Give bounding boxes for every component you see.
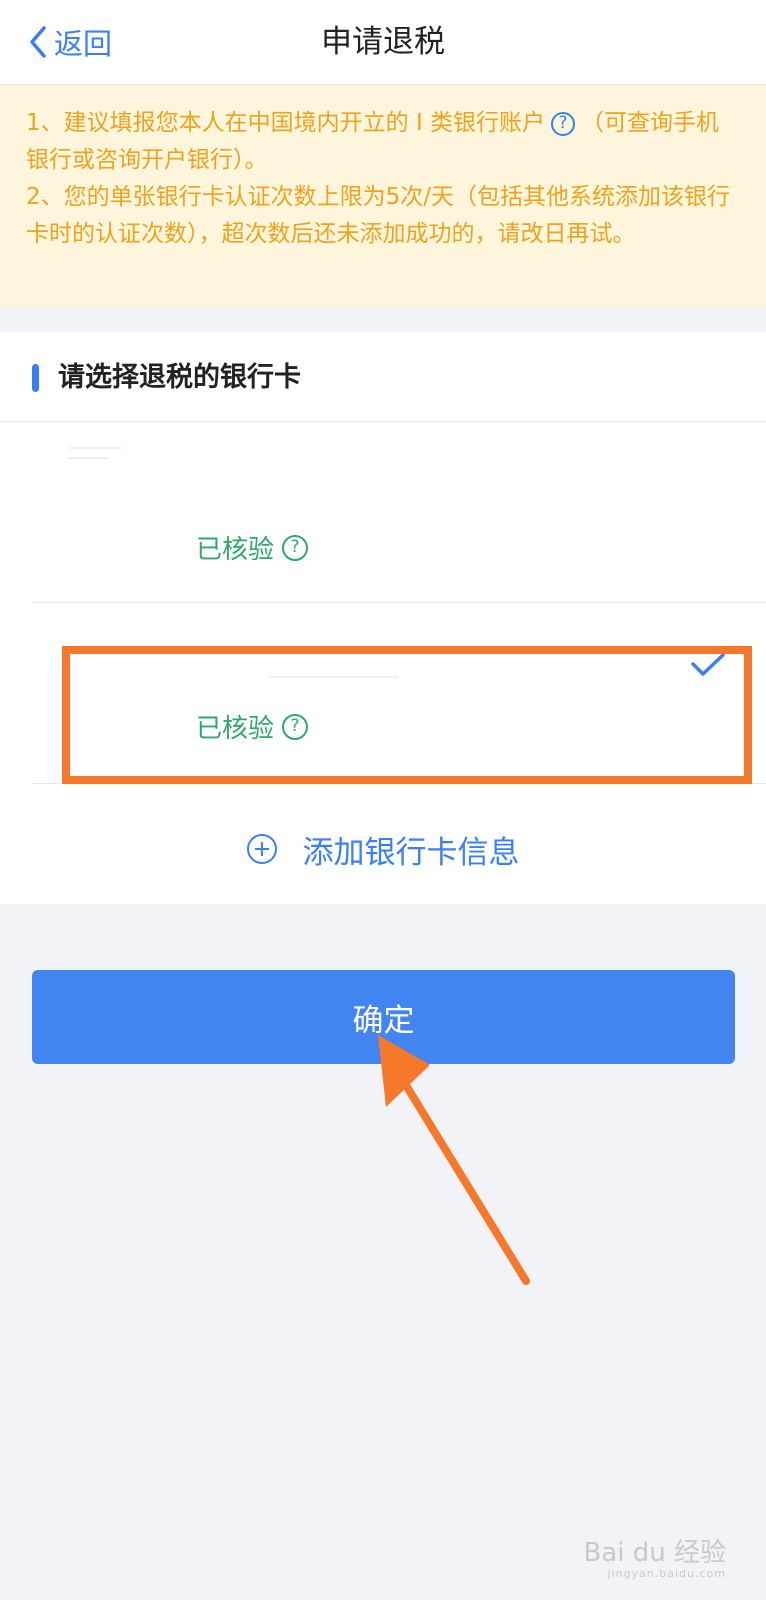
add-bank-card-label: 添加银行卡信息	[302, 834, 520, 871]
masked-card-name	[68, 447, 122, 449]
verified-status: 已核验 ?	[196, 708, 309, 745]
question-circle-icon[interactable]: ?	[282, 534, 309, 561]
section-title: 请选择退税的银行卡	[58, 362, 301, 393]
question-circle-icon[interactable]: ?	[282, 713, 309, 740]
bank-card-row-selected[interactable]: 已核验 ?	[32, 604, 766, 784]
bank-card-panel: 请选择退税的银行卡 已核验 ? 已核验 ? 添加银行卡信息	[0, 332, 766, 904]
section-accent-bar	[32, 364, 39, 392]
verified-label: 已核验	[196, 714, 275, 744]
plus-circle-icon	[246, 834, 277, 864]
masked-card-number	[268, 676, 398, 678]
watermark-brand: Bai du 经验	[583, 1538, 726, 1569]
notice-banner: 1、建议填报您本人在中国境内开立的 I 类银行账户? （可查询手机银行或咨询开户银…	[0, 85, 766, 307]
watermark-url: jingyan.baidu.com	[607, 1566, 726, 1580]
notice-line-2: 2、您的单张银行卡认证次数上限为5次/天（包括其他系统添加该银行卡时的认证次数）…	[26, 184, 731, 247]
nav-bar: 返回 申请退税	[0, 0, 766, 85]
arrow-icon	[378, 1035, 530, 1285]
bank-card-row[interactable]: 已核验 ?	[32, 423, 766, 603]
page-title: 申请退税	[321, 24, 445, 60]
section-header: 请选择退税的银行卡	[0, 332, 766, 422]
verified-status: 已核验 ?	[196, 529, 309, 566]
watermark: Bai du 经验 jingyan.baidu.com	[583, 1539, 726, 1580]
question-circle-icon[interactable]: ?	[551, 111, 576, 136]
verified-label: 已核验	[196, 535, 275, 565]
check-icon	[691, 653, 725, 676]
notice-line-1: 1、建议填报您本人在中国境内开立的 I 类银行账户? （可查询手机银行或咨询开户银…	[26, 105, 740, 179]
add-bank-card-button[interactable]: 添加银行卡信息	[0, 794, 766, 904]
notice-line-1-text: 1、建议填报您本人在中国境内开立的 I 类银行账户	[26, 110, 546, 136]
masked-card-number	[68, 457, 108, 459]
